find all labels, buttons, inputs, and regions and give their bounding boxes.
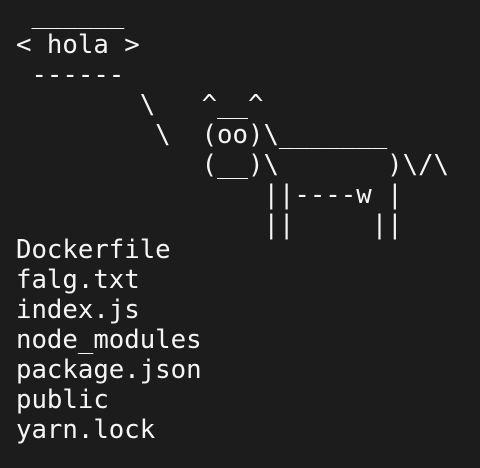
list-item: node_modules (16, 325, 202, 355)
list-item: falg.txt (16, 265, 140, 295)
list-item: index.js (16, 295, 140, 325)
terminal-window[interactable]: ______ < hola > ------ \ ^__^ \ (oo)\___… (16, 0, 476, 468)
list-item: public (16, 385, 109, 415)
list-item: Dockerfile (16, 235, 171, 265)
cowsay-output: ______ < hola > ------ \ ^__^ \ (oo)\___… (16, 0, 450, 240)
list-item: package.json (16, 355, 202, 385)
directory-listing: Dockerfile falg.txt index.js node_module… (16, 235, 476, 445)
list-item: yarn.lock (16, 415, 156, 445)
